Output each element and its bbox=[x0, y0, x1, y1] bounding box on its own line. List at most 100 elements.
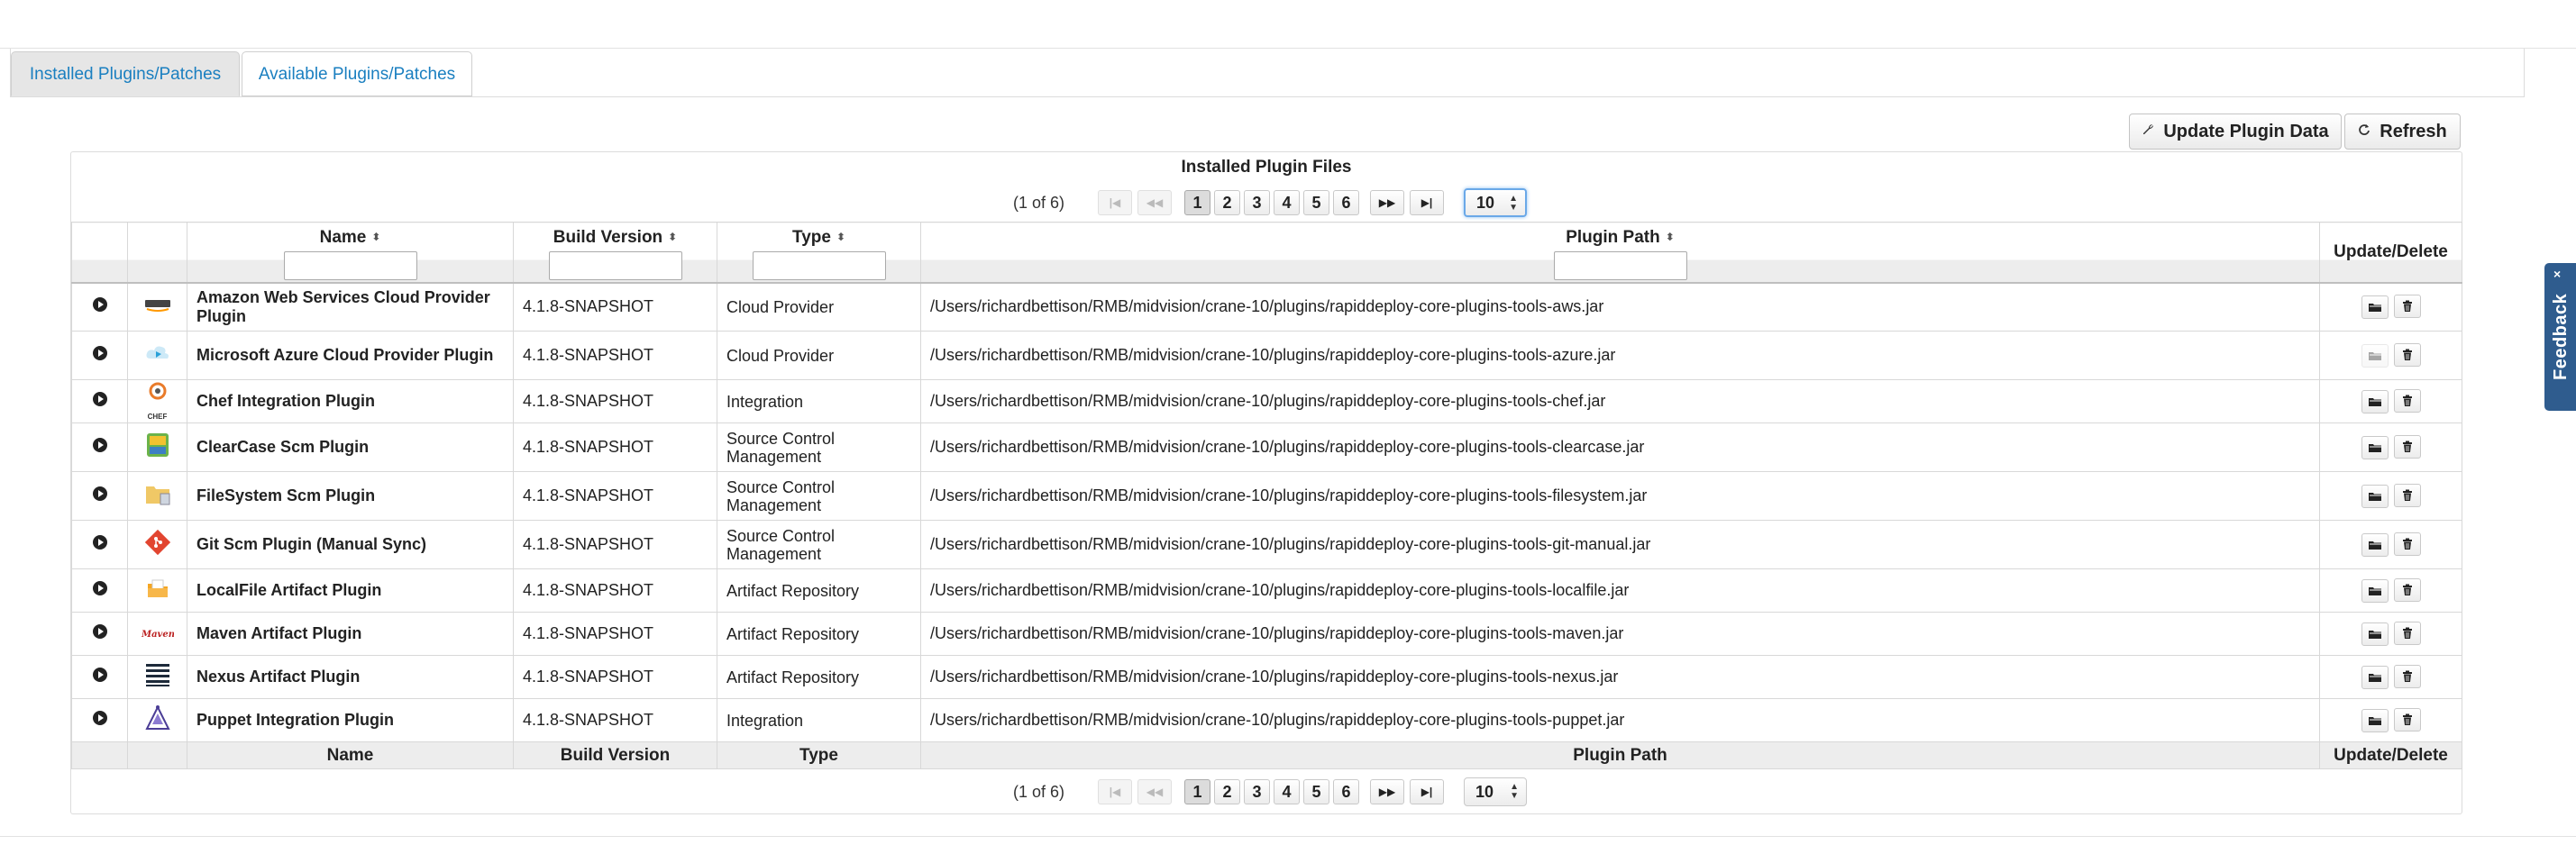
plugin-name: LocalFile Artifact Plugin bbox=[187, 568, 514, 613]
trash-icon bbox=[2402, 538, 2413, 550]
table-row[interactable]: LocalFile Artifact Plugin 4.1.8-SNAPSHOT A… bbox=[71, 568, 2462, 613]
page-button-3[interactable]: 3 bbox=[1244, 190, 1270, 215]
table-row[interactable]: Microsoft Azure Cloud Provider Plugin 4.1… bbox=[71, 331, 2462, 380]
rows-per-page-select[interactable]: 10 ▲ ▼ bbox=[1464, 777, 1527, 806]
expand-row-icon[interactable] bbox=[92, 297, 107, 313]
delete-plugin-button[interactable] bbox=[2393, 708, 2421, 731]
expand-row-icon[interactable] bbox=[92, 535, 107, 550]
last-page-button[interactable]: ▶| bbox=[1410, 190, 1444, 215]
build-column-header[interactable]: Build Version ⬍ bbox=[513, 222, 717, 284]
expand-cell[interactable] bbox=[71, 568, 128, 613]
rows-per-page-select[interactable]: 10 ▲ ▼ bbox=[1464, 188, 1527, 217]
update-plugin-button[interactable] bbox=[2361, 436, 2389, 459]
page-button-2[interactable]: 2 bbox=[1214, 190, 1240, 215]
expand-row-icon[interactable] bbox=[92, 668, 107, 682]
expand-cell[interactable] bbox=[71, 282, 128, 332]
table-row[interactable]: FileSystem Scm Plugin 4.1.8-SNAPSHOT Sourc… bbox=[71, 471, 2462, 521]
expand-cell[interactable] bbox=[71, 331, 128, 380]
delete-plugin-button[interactable] bbox=[2393, 295, 2421, 319]
delete-plugin-button[interactable] bbox=[2393, 665, 2421, 688]
path-column-header[interactable]: Plugin Path ⬍ bbox=[920, 222, 2320, 284]
name-filter-input[interactable] bbox=[283, 251, 417, 280]
page-button-1[interactable]: 1 bbox=[1184, 190, 1210, 215]
update-plugin-data-button[interactable]: Update Plugin Data bbox=[2129, 114, 2342, 150]
expand-cell[interactable] bbox=[71, 520, 128, 569]
table-row[interactable]: Git Scm Plugin (Manual Sync) 4.1.8-SNAPSH… bbox=[71, 520, 2462, 569]
page-button-2[interactable]: 2 bbox=[1214, 779, 1240, 804]
actions-cell bbox=[2319, 568, 2462, 613]
first-page-button[interactable]: |◀ bbox=[1098, 779, 1132, 804]
close-icon[interactable]: × bbox=[2553, 267, 2561, 281]
delete-plugin-button[interactable] bbox=[2393, 484, 2421, 507]
plugin-path: /Users/richardbettison/RMB/midvision/cra… bbox=[920, 655, 2320, 699]
update-plugin-button[interactable] bbox=[2361, 709, 2389, 732]
prev-page-button[interactable]: ◀◀ bbox=[1137, 190, 1172, 215]
expand-row-icon[interactable] bbox=[92, 581, 107, 595]
path-filter-input[interactable] bbox=[1553, 251, 1687, 280]
update-plugin-button[interactable] bbox=[2361, 579, 2389, 603]
tab-available-plugins[interactable]: Available Plugins/Patches bbox=[242, 51, 472, 96]
refresh-button[interactable]: Refresh bbox=[2344, 114, 2461, 150]
tab-installed-plugins[interactable]: Installed Plugins/Patches bbox=[11, 51, 240, 96]
table-row[interactable]: CHEF Chef Integration Plugin 4.1.8-SNAPSHO… bbox=[71, 379, 2462, 423]
table-row[interactable]: Amazon Web Services Cloud Provider Plugi… bbox=[71, 282, 2462, 332]
expand-cell[interactable] bbox=[71, 422, 128, 472]
update-plugin-button[interactable] bbox=[2361, 622, 2389, 646]
prev-page-button[interactable]: ◀◀ bbox=[1137, 779, 1172, 804]
update-plugin-button[interactable] bbox=[2361, 390, 2389, 413]
table-row[interactable]: Puppet Integration Plugin 4.1.8-SNAPSHOT I… bbox=[71, 698, 2462, 742]
sort-icon[interactable]: ⬍ bbox=[1666, 231, 1675, 243]
delete-plugin-button[interactable] bbox=[2393, 622, 2421, 645]
next-page-button[interactable]: ▶▶ bbox=[1370, 779, 1404, 804]
expand-row-icon[interactable] bbox=[92, 624, 107, 639]
footer-actions-label: Update/Delete bbox=[2319, 741, 2462, 769]
feedback-tab[interactable]: × Feedback bbox=[2544, 263, 2576, 411]
delete-plugin-button[interactable] bbox=[2393, 389, 2421, 413]
expand-row-icon[interactable] bbox=[92, 346, 107, 360]
page-button-5[interactable]: 5 bbox=[1303, 190, 1329, 215]
page-button-4[interactable]: 4 bbox=[1274, 190, 1300, 215]
update-plugin-button[interactable] bbox=[2361, 485, 2389, 508]
update-plugin-button[interactable] bbox=[2361, 344, 2389, 368]
last-page-button[interactable]: ▶| bbox=[1410, 779, 1444, 804]
type-filter-input[interactable] bbox=[752, 251, 886, 280]
expand-cell[interactable] bbox=[71, 612, 128, 656]
page-top-band bbox=[0, 0, 2576, 49]
expand-row-icon[interactable] bbox=[92, 392, 107, 406]
expand-row-icon[interactable] bbox=[92, 438, 107, 452]
next-page-button[interactable]: ▶▶ bbox=[1370, 190, 1404, 215]
build-filter-input[interactable] bbox=[548, 251, 682, 280]
delete-plugin-button[interactable] bbox=[2393, 578, 2421, 602]
page-button-6[interactable]: 6 bbox=[1333, 779, 1359, 804]
expand-row-icon[interactable] bbox=[92, 486, 107, 501]
update-plugin-button[interactable] bbox=[2361, 295, 2389, 320]
plugin-build-version: 4.1.8-SNAPSHOT bbox=[513, 282, 717, 332]
plugin-type: Cloud Provider bbox=[717, 282, 921, 332]
update-plugin-button[interactable] bbox=[2361, 533, 2389, 557]
sort-icon[interactable]: ⬍ bbox=[836, 231, 845, 243]
page-button-3[interactable]: 3 bbox=[1244, 779, 1270, 804]
first-page-button[interactable]: |◀ bbox=[1098, 190, 1132, 215]
bottom-pager: (1 of 6) |◀ ◀◀ 1 2 3 4 5 6 ▶▶ ▶| 10 ▲ ▼ bbox=[71, 776, 2462, 808]
footer-path-label: Plugin Path bbox=[920, 741, 2320, 769]
expand-cell[interactable] bbox=[71, 379, 128, 423]
expand-cell[interactable] bbox=[71, 655, 128, 699]
name-column-header[interactable]: Name ⬍ bbox=[187, 222, 514, 284]
table-row[interactable]: ClearCase Scm Plugin 4.1.8-SNAPSHOT Source… bbox=[71, 422, 2462, 472]
sort-icon[interactable]: ⬍ bbox=[371, 231, 380, 243]
delete-plugin-button[interactable] bbox=[2393, 532, 2421, 556]
table-row[interactable]: Nexus Artifact Plugin 4.1.8-SNAPSHOT Artif… bbox=[71, 655, 2462, 699]
expand-cell[interactable] bbox=[71, 698, 128, 742]
table-row[interactable]: Maven Maven Artifact Plugin 4.1.8-SNAPSHOT… bbox=[71, 612, 2462, 656]
page-button-6[interactable]: 6 bbox=[1333, 190, 1359, 215]
delete-plugin-button[interactable] bbox=[2393, 343, 2421, 367]
expand-row-icon[interactable] bbox=[92, 711, 107, 725]
page-button-4[interactable]: 4 bbox=[1274, 779, 1300, 804]
update-plugin-button[interactable] bbox=[2361, 666, 2389, 689]
type-column-header[interactable]: Type ⬍ bbox=[717, 222, 921, 284]
expand-cell[interactable] bbox=[71, 471, 128, 521]
page-button-1[interactable]: 1 bbox=[1184, 779, 1210, 804]
page-button-5[interactable]: 5 bbox=[1303, 779, 1329, 804]
sort-icon[interactable]: ⬍ bbox=[668, 231, 677, 243]
delete-plugin-button[interactable] bbox=[2393, 435, 2421, 459]
